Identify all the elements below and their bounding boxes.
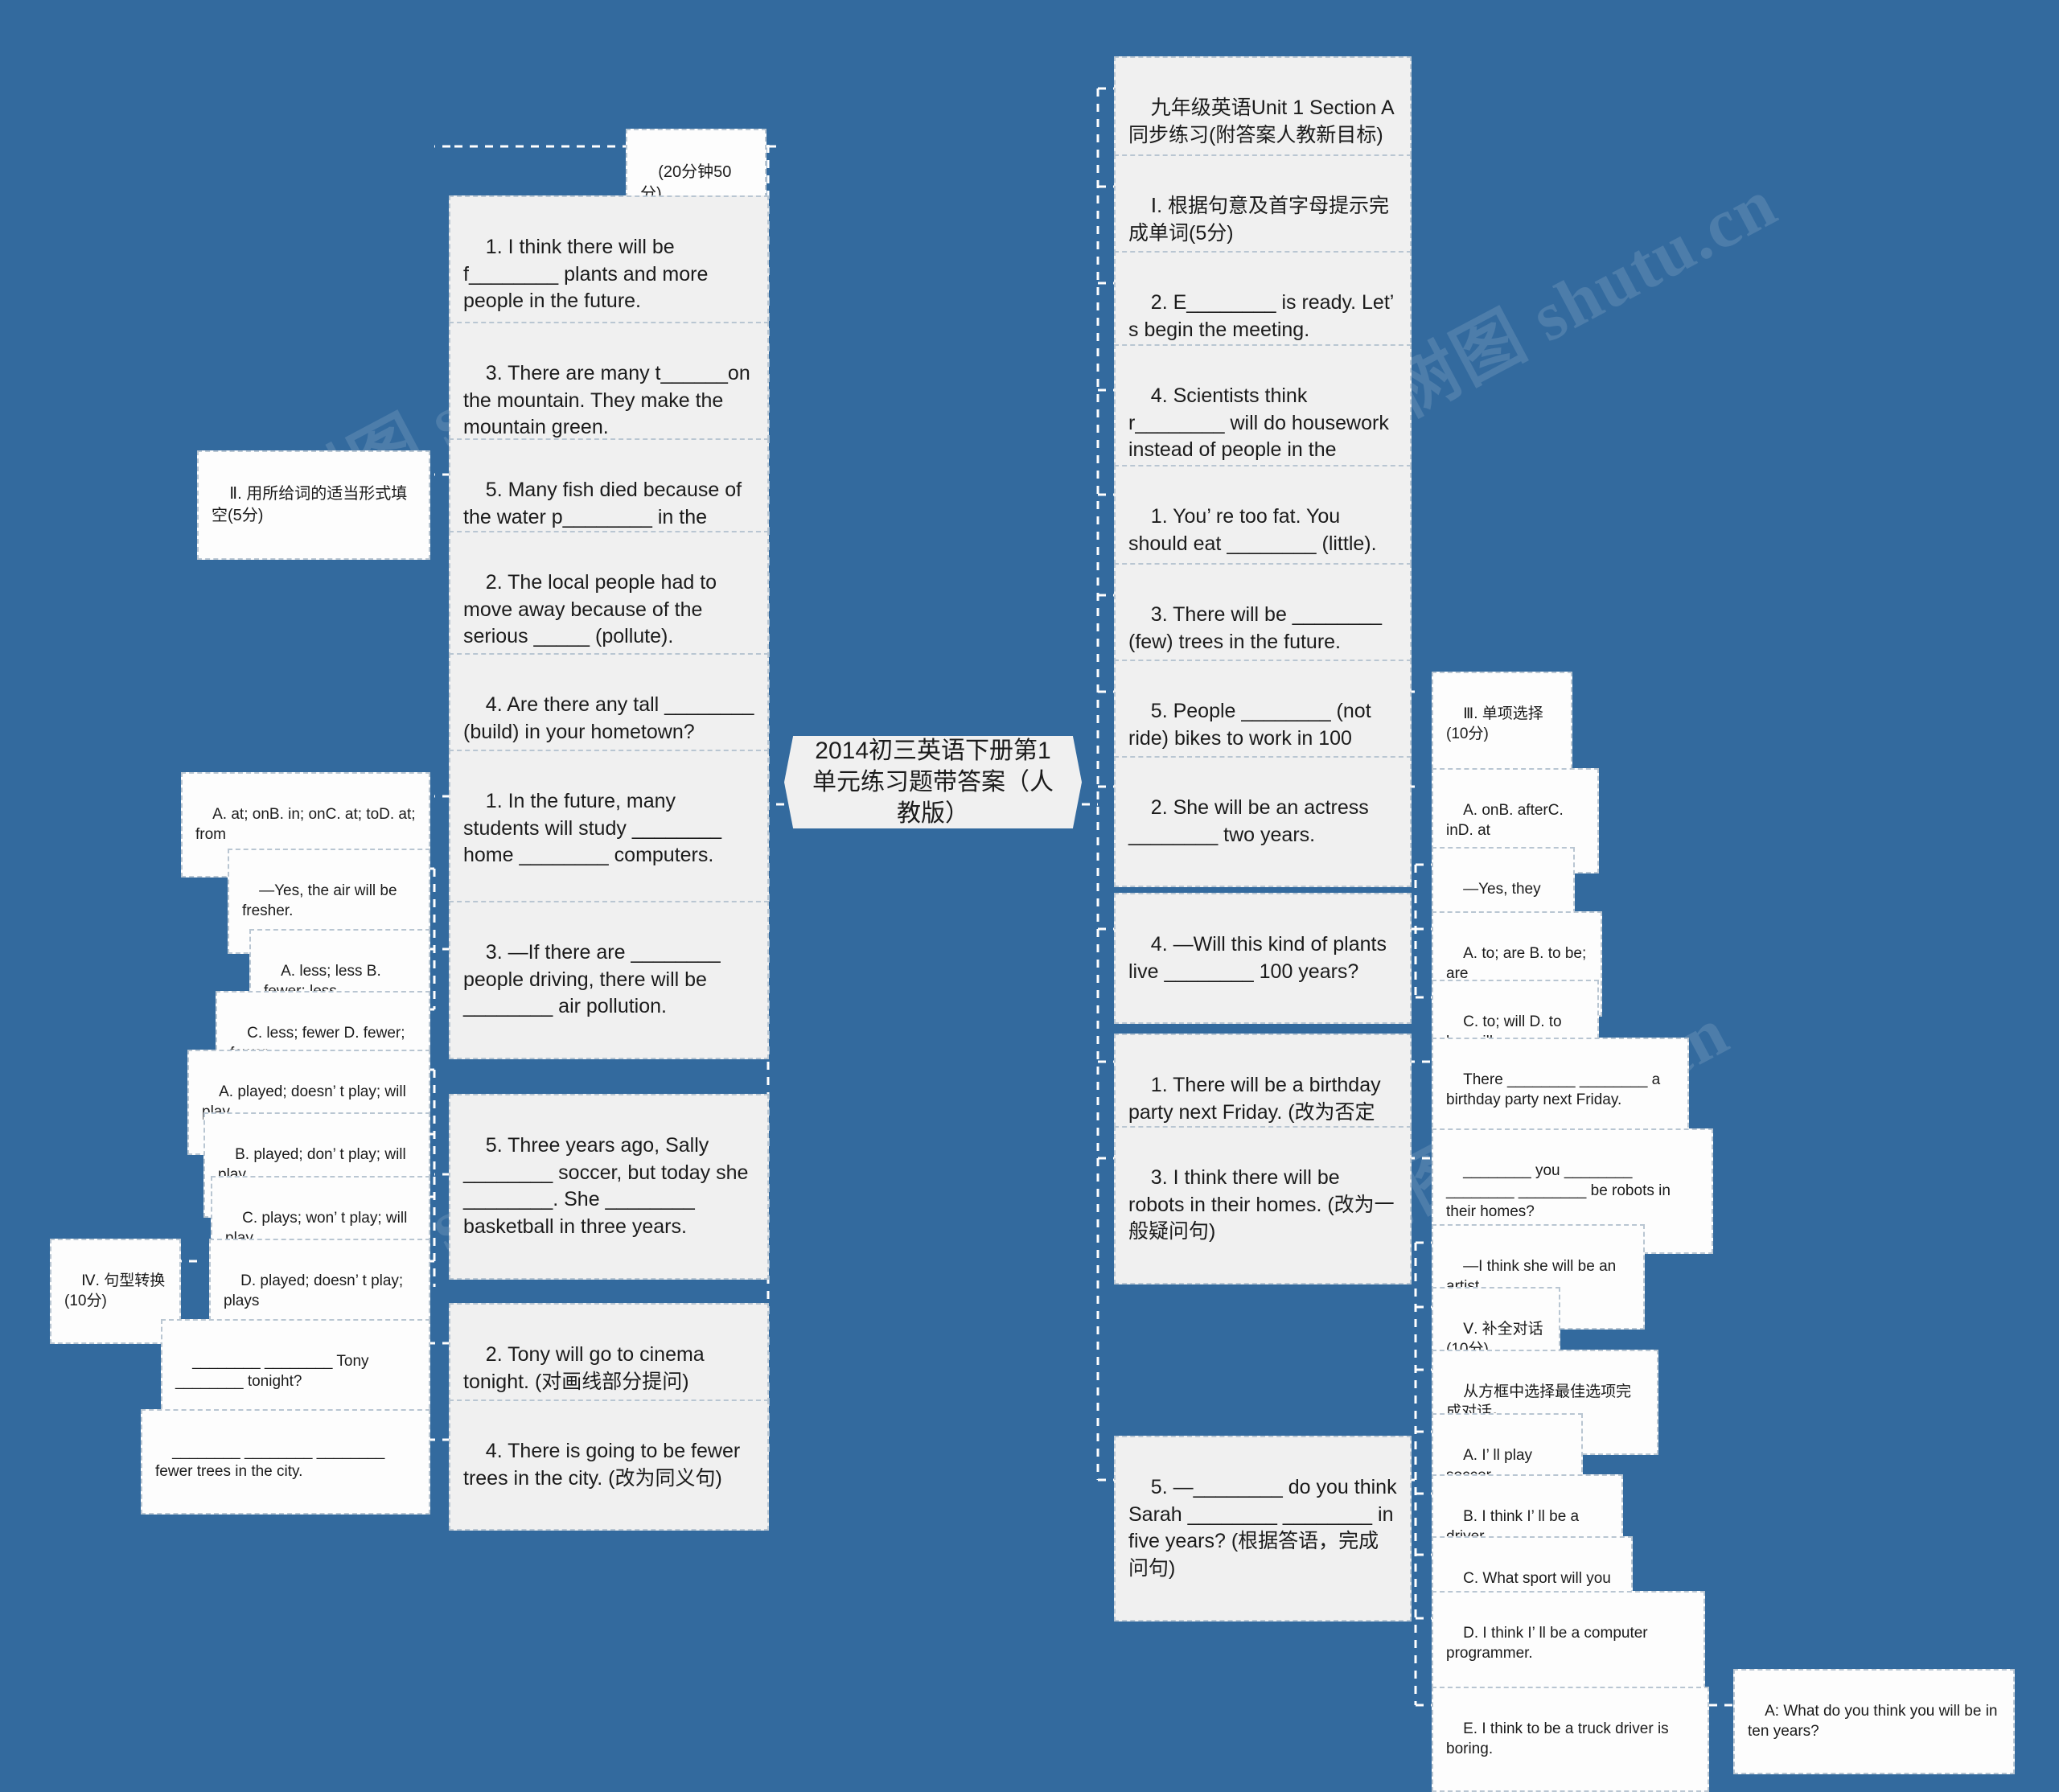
right-option-12-label: E. I think to be a truck driver is borin… (1446, 1720, 1673, 1758)
right-item-9[interactable]: 3. I think there will be robots in their… (1114, 1126, 1412, 1284)
left-option-1-label: A. at; onB. in; onC. at; toD. at; from (195, 805, 420, 844)
left-item-4-label: 2. The local people had to move away bec… (463, 570, 723, 648)
left-item-8[interactable]: 5. Three years ago, Sally ________ socce… (449, 1094, 769, 1280)
left-item-7-label: 3. —If there are ________ people driving… (463, 940, 726, 1018)
right-item-6-label: 2. She will be an actress ________ two y… (1128, 795, 1375, 846)
left-option-9[interactable]: ________ ________ Tony ________ tonight? (161, 1319, 430, 1424)
left-option-9-label: ________ ________ Tony ________ tonight? (175, 1352, 373, 1391)
left-section2-label-text: Ⅱ. 用所给词的适当形式填空(5分) (212, 485, 408, 524)
center-node-label: 2014初三英语下册第1单元练习题带答案（人教版） (812, 738, 1054, 827)
left-option-2-label: —Yes, the air will be fresher. (242, 882, 401, 920)
right-option-5-label: There ________ ________ a birthday party… (1446, 1071, 1665, 1109)
right-item-4-label: 3. There will be ________ (few) trees in… (1128, 602, 1387, 653)
right-item-1-label: 2. E________ is ready. Let’ s begin the … (1128, 290, 1399, 341)
left-section2-label[interactable]: Ⅱ. 用所给词的适当形式填空(5分) (197, 450, 430, 560)
left-item-10[interactable]: 4. There is going to be fewer trees in t… (449, 1399, 769, 1531)
right-item-7[interactable]: 4. —Will this kind of plants live ______… (1114, 893, 1412, 1024)
right-item-10-label: 5. —________ do you think Sarah ________… (1128, 1475, 1403, 1580)
left-item-6-label: 1. In the future, many students will stu… (463, 789, 727, 867)
right-item-10[interactable]: 5. —________ do you think Sarah ________… (1114, 1436, 1412, 1621)
right-section3-label-text: Ⅲ. 单项选择(10分) (1446, 705, 1543, 743)
left-option-8-label: D. played; doesn’ t play; plays (224, 1272, 408, 1310)
right-option-13[interactable]: A: What do you think you will be in ten … (1733, 1669, 2015, 1774)
right-section3-label[interactable]: Ⅲ. 单项选择(10分) (1432, 672, 1572, 777)
right-option-11[interactable]: D. I think I’ ll be a computer programme… (1432, 1591, 1705, 1696)
right-option-11-label: D. I think I’ ll be a computer programme… (1446, 1624, 1652, 1663)
right-option-13-label: A: What do you think you will be in ten … (1748, 1702, 2002, 1741)
left-item-5-label: 4. Are there any tall ________ (build) i… (463, 693, 760, 743)
left-item-9-label: 2. Tony will go to cinema tonight. (对画线部… (463, 1342, 710, 1393)
left-item-1-label: 1. I think there will be f________ plant… (463, 235, 714, 313)
left-item-8-label: 5. Three years ago, Sally ________ socce… (463, 1133, 754, 1238)
left-item-2-label: 3. There are many t______on the mountain… (463, 361, 756, 439)
right-option-1-label: A. onB. afterC. inD. at (1446, 801, 1568, 840)
watermark: 树图 shutu.cn (1377, 163, 1790, 432)
right-item-6[interactable]: 2. She will be an actress ________ two y… (1114, 756, 1412, 887)
mindmap-canvas: 树图 shutu.cn 树图 shutu.cn 树图 shutu.cn 树图 s… (0, 0, 2059, 1792)
left-item-7[interactable]: 3. —If there are ________ people driving… (449, 901, 769, 1059)
left-item-10-label: 4. There is going to be fewer trees in t… (463, 1439, 746, 1490)
center-node[interactable]: 2014初三英语下册第1单元练习题带答案（人教版） (784, 736, 1082, 828)
right-item-7-label: 4. —Will this kind of plants live ______… (1128, 932, 1392, 983)
right-item-9-label: 3. I think there will be robots in their… (1128, 1165, 1395, 1243)
right-option-6-label: ________ you ________ ________ ________ … (1446, 1161, 1675, 1220)
right-option-3-label: A. to; are B. to be; are (1446, 944, 1591, 983)
right-option-5[interactable]: There ________ ________ a birthday party… (1432, 1038, 1689, 1143)
left-item-6[interactable]: 1. In the future, many students will stu… (449, 750, 769, 908)
right-item-3-label: 1. You’ re too fat. You should eat _____… (1128, 504, 1377, 555)
left-option-10[interactable]: ________ ________ ________ fewer trees i… (141, 1409, 430, 1515)
right-option-12[interactable]: E. I think to be a truck driver is borin… (1432, 1687, 1709, 1792)
left-section4-label-text: Ⅳ. 句型转换(10分) (64, 1272, 166, 1310)
left-option-10-label: ________ ________ ________ fewer trees i… (155, 1442, 389, 1481)
right-heading-label: 九年级英语Unit 1 Section A同步练习(附答案人教新目标) (1128, 96, 1395, 146)
right-section1-label-text: Ⅰ. 根据句意及首字母提示完成单词(5分) (1128, 194, 1390, 245)
